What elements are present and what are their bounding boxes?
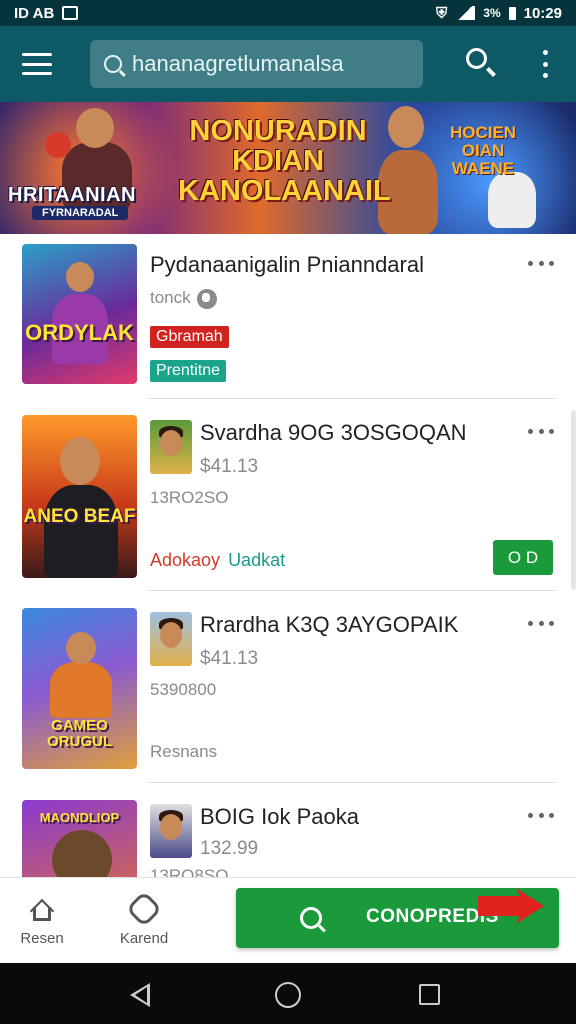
thumb-text: MAONDLIOP <box>39 810 120 825</box>
list-item[interactable]: ANEO BEAF Svardha 9OG 3OSGOQAN $41.13 13… <box>0 398 576 591</box>
search-text: hananagretlumanalsa <box>132 51 344 76</box>
item-price: 132.99 <box>200 838 259 859</box>
thumb-face <box>66 262 94 292</box>
home-circle-icon[interactable] <box>275 982 301 1008</box>
search-icon[interactable] <box>466 48 496 77</box>
status-left: ID AB <box>14 4 79 22</box>
banner-title: NONURADIN KDIAN KANOLAANAIL <box>178 115 391 207</box>
item-sub: tonck <box>150 288 217 309</box>
list-item[interactable]: ORDYLAK Pydanaanigalin Pnianndaral tonck… <box>0 234 576 399</box>
app-bar: hananagretlumanalsa <box>0 26 576 102</box>
more-options-icon[interactable] <box>528 258 554 268</box>
item-price: $41.13 <box>200 456 259 477</box>
more-options-icon[interactable] <box>528 618 554 628</box>
item-sub-text: tonck <box>150 288 191 307</box>
thumb-face <box>66 632 96 664</box>
banner-hero-left-head <box>76 108 114 148</box>
cta-search-icon <box>300 907 322 929</box>
search-input[interactable]: hananagretlumanalsa <box>90 40 423 88</box>
home-icon <box>29 896 55 924</box>
back-icon[interactable] <box>130 983 150 1007</box>
developer-avatar <box>150 420 192 474</box>
nav-home[interactable]: Resen <box>2 890 82 947</box>
banner-left-sub: FYRNARADAL <box>32 206 129 220</box>
banner-right-text: HOCIEN OIAN WAENE <box>449 123 517 178</box>
banner-orb <box>45 132 71 158</box>
item-tag[interactable]: Prentitne <box>150 360 227 382</box>
signal-icon <box>455 6 476 20</box>
item-thumbnail[interactable]: ANEO BEAF <box>22 415 137 578</box>
thumb-text: ORDYLAK <box>25 320 134 345</box>
thumb-face <box>60 437 100 485</box>
promo-banner[interactable]: HRITAANIAN FYRNARADAL NONURADIN KDIAN KA… <box>0 102 576 234</box>
list-item[interactable]: GAMEO ORUGUL Rrardha K3Q 3AYGOPAIK $41.1… <box>0 590 576 783</box>
banner-creature <box>488 172 536 228</box>
thumb-figure <box>50 662 112 718</box>
item-links: Adokaoy Uadkat <box>150 550 285 571</box>
banner-left-title: HRITAANIAN <box>8 184 136 206</box>
item-thumbnail[interactable]: ORDYLAK <box>22 244 137 384</box>
thumb-figure <box>52 830 112 877</box>
item-link-a[interactable]: Adokaoy <box>150 550 220 570</box>
more-options-icon[interactable] <box>528 426 554 436</box>
system-nav-bar <box>0 963 576 1024</box>
thumb-figure <box>44 485 118 578</box>
notification-icon <box>62 6 79 20</box>
status-bar: ID AB ⛨ 3% 10:29 <box>0 0 576 26</box>
more-vert-icon[interactable] <box>540 50 550 78</box>
item-thumbnail[interactable]: GAMEO ORUGUL <box>22 608 137 769</box>
item-title[interactable]: BOIG Iok Paoka <box>200 804 359 830</box>
item-title[interactable]: Pydanaanigalin Pnianndaral <box>150 252 424 278</box>
item-title[interactable]: Rrardha K3Q 3AYGOPAIK <box>200 612 458 638</box>
item-link-b[interactable]: Uadkat <box>228 550 285 570</box>
nav-home-label: Resen <box>20 930 64 947</box>
status-time: 10:29 <box>523 4 562 22</box>
recents-icon[interactable] <box>419 984 440 1005</box>
status-right: ⛨ 3% 10:29 <box>436 5 562 22</box>
nav-karend-label: Karend <box>119 930 169 947</box>
more-options-icon[interactable] <box>528 810 554 820</box>
item-price: $41.13 <box>200 648 259 669</box>
list-item[interactable]: MAONDLIOP BOIG Iok Paoka 132.99 13RO8SO <box>0 782 576 877</box>
thumb-text: GAMEO ORUGUL <box>47 717 112 750</box>
banner-hero-right-head <box>388 106 424 148</box>
red-arrow-icon <box>478 888 544 924</box>
battery-icon <box>508 6 516 20</box>
item-title[interactable]: Svardha 9OG 3OSGOQAN <box>200 420 467 446</box>
item-code: 5390800 <box>150 680 217 699</box>
shield-icon: ⛨ <box>436 4 448 22</box>
developer-avatar <box>150 612 192 666</box>
battery-percent: 3% <box>483 6 501 20</box>
item-thumbnail[interactable]: MAONDLIOP <box>22 800 137 877</box>
item-code: 13RO8SO <box>150 866 229 877</box>
nav-karend[interactable]: Karend <box>104 890 184 947</box>
status-left-text: ID AB <box>14 4 55 22</box>
menu-icon[interactable] <box>22 53 52 75</box>
item-tag[interactable]: Gbramah <box>150 326 229 348</box>
scrollbar[interactable] <box>571 410 576 590</box>
install-button[interactable]: O D <box>493 540 553 575</box>
thumb-text: ANEO BEAF <box>23 506 136 527</box>
item-footer: Resnans <box>150 742 218 761</box>
globe-icon <box>196 288 217 309</box>
search-field-icon <box>104 55 122 73</box>
item-code: 13RO2SO <box>150 488 229 507</box>
hexagon-icon <box>125 890 163 928</box>
developer-avatar <box>150 804 192 858</box>
